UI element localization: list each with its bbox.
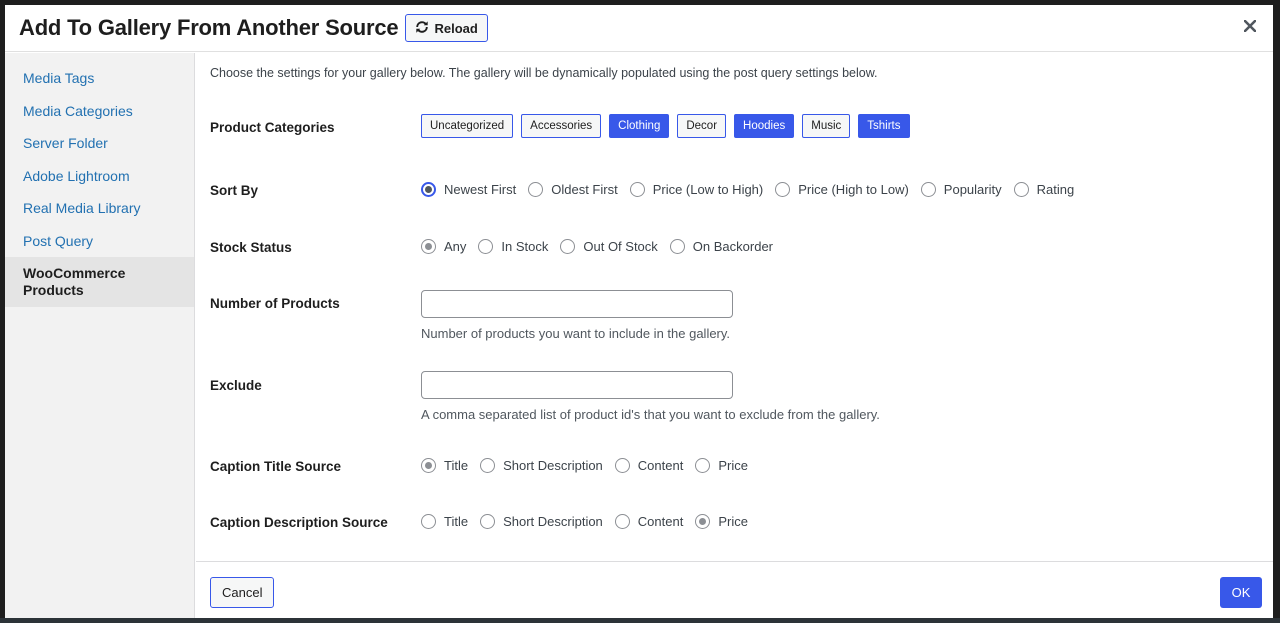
sidebar-item-server-folder[interactable]: Server Folder: [5, 127, 194, 160]
sidebar-item-woocommerce-products[interactable]: WooCommerce Products: [5, 257, 194, 307]
refresh-icon: [415, 20, 429, 37]
reload-button[interactable]: Reload: [405, 14, 488, 42]
page-backdrop: [0, 618, 1280, 623]
radio-button[interactable]: [695, 514, 711, 529]
radio-button[interactable]: [920, 182, 936, 197]
sort-by-option-rating[interactable]: Rating: [1013, 182, 1075, 197]
caption-description-source-options: Title Short Description Content Price: [421, 514, 760, 529]
sort-by-label: Sort By: [210, 183, 259, 198]
cancel-button[interactable]: Cancel: [210, 577, 275, 608]
add-to-gallery-dialog: Add To Gallery From Another Source Reloa…: [5, 5, 1273, 618]
stock-status-label: Stock Status: [210, 240, 292, 255]
caption-title-source-option-price[interactable]: Price: [695, 458, 748, 473]
caption-description-source-option-price[interactable]: Price: [695, 514, 748, 529]
product-categories-label: Product Categories: [210, 120, 335, 135]
sort-by-option-popularity[interactable]: Popularity: [920, 182, 1002, 197]
caption-title-source-option-title[interactable]: Title: [421, 458, 468, 473]
category-decor-toggle[interactable]: Decor: [677, 114, 727, 138]
radio-label: Price (Low to High): [652, 182, 764, 197]
radio-button[interactable]: [421, 239, 436, 254]
radio-label: On Backorder: [692, 239, 773, 254]
radio-label: Short Description: [503, 514, 603, 529]
category-hoodies-toggle[interactable]: Hoodies: [734, 114, 795, 138]
radio-label: Price (High to Low): [798, 182, 909, 197]
sort-by-option-oldest-first[interactable]: Oldest First: [528, 182, 618, 197]
radio-button[interactable]: [695, 458, 711, 473]
exclude-input[interactable]: [421, 371, 733, 399]
radio-button[interactable]: [669, 239, 685, 254]
radio-label: Popularity: [943, 182, 1002, 197]
dialog-title: Add To Gallery From Another Source: [19, 15, 399, 40]
close-button[interactable]: [1241, 19, 1259, 37]
stock-status-option-in-stock[interactable]: In Stock: [478, 239, 548, 254]
radio-label: Rating: [1036, 182, 1075, 197]
product-categories-options: Uncategorized Accessories Clothing Decor Hoo…: [421, 114, 918, 138]
sidebar-item-adobe-lightroom[interactable]: Adobe Lightroom: [5, 160, 194, 193]
radio-button[interactable]: [480, 514, 496, 529]
radio-label: Content: [637, 458, 684, 473]
radio-label: Price: [718, 458, 748, 473]
radio-label: Any: [444, 239, 467, 254]
caption-title-source-option-short-description[interactable]: Short Description: [480, 458, 603, 473]
close-icon: [1243, 19, 1257, 37]
exclude-label: Exclude: [210, 378, 262, 393]
sort-by-option-price-high-to-low[interactable]: Price (High to Low): [775, 182, 909, 197]
category-tshirts-toggle[interactable]: Tshirts: [858, 114, 910, 138]
caption-description-source-option-title[interactable]: Title: [421, 514, 468, 529]
category-accessories-toggle[interactable]: Accessories: [521, 114, 602, 138]
settings-panel: Choose the settings for your gallery bel…: [196, 53, 1273, 561]
sidebar-item-media-categories[interactable]: Media Categories: [5, 95, 194, 128]
radio-button[interactable]: [480, 458, 496, 473]
number-of-products-help: Number of products you want to include i…: [421, 326, 731, 341]
radio-label: Title: [444, 458, 469, 473]
caption-title-source-label: Caption Title Source: [210, 459, 342, 474]
intro-text: Choose the settings for your gallery bel…: [210, 66, 878, 80]
number-of-products-input[interactable]: [421, 290, 733, 318]
radio-button[interactable]: [614, 514, 630, 529]
stock-status-option-any[interactable]: Any: [421, 239, 466, 254]
sort-by-option-newest-first[interactable]: Newest First: [421, 182, 516, 197]
radio-label: Title: [444, 514, 469, 529]
radio-label: Oldest First: [551, 182, 618, 197]
radio-label: Out Of Stock: [583, 239, 658, 254]
radio-label: In Stock: [501, 239, 549, 254]
source-sidebar: Media Tags Media Categories Server Folder A…: [5, 53, 195, 618]
caption-title-source-option-content[interactable]: Content: [614, 458, 684, 473]
sidebar-item-post-query[interactable]: Post Query: [5, 225, 194, 258]
sidebar-item-real-media-library[interactable]: Real Media Library: [5, 192, 194, 225]
sort-by-options: Newest First Oldest First Price (Low to Hi…: [421, 182, 1086, 197]
radio-button[interactable]: [560, 239, 576, 254]
category-clothing-toggle[interactable]: Clothing: [609, 114, 670, 138]
radio-button[interactable]: [421, 458, 436, 473]
radio-button[interactable]: [775, 182, 791, 197]
dialog-header: Add To Gallery From Another Source Reloa…: [5, 5, 1273, 52]
exclude-help: A comma separated list of product id's t…: [421, 407, 880, 422]
radio-label: Short Description: [503, 458, 603, 473]
radio-button[interactable]: [614, 458, 630, 473]
radio-button[interactable]: [528, 182, 544, 197]
caption-description-source-label: Caption Description Source: [210, 515, 388, 530]
caption-description-source-option-short-description[interactable]: Short Description: [480, 514, 603, 529]
radio-button[interactable]: [421, 182, 436, 197]
sort-by-option-price-low-to-high[interactable]: Price (Low to High): [629, 182, 764, 197]
radio-label: Content: [637, 514, 684, 529]
stock-status-options: Any In Stock Out Of Stock On Backorder: [421, 239, 785, 254]
ok-button[interactable]: OK: [1220, 577, 1262, 608]
reload-label: Reload: [434, 20, 478, 36]
caption-description-source-option-content[interactable]: Content: [614, 514, 684, 529]
caption-title-source-options: Title Short Description Content Price: [421, 458, 760, 473]
radio-button[interactable]: [629, 182, 645, 197]
radio-button[interactable]: [478, 239, 494, 254]
number-of-products-label: Number of Products: [210, 296, 340, 311]
stock-status-option-on-backorder[interactable]: On Backorder: [669, 239, 773, 254]
dialog-footer: Cancel OK: [196, 561, 1273, 618]
radio-button[interactable]: [1013, 182, 1029, 197]
radio-label: Newest First: [444, 182, 517, 197]
stock-status-option-out-of-stock[interactable]: Out Of Stock: [560, 239, 658, 254]
sidebar-item-media-tags[interactable]: Media Tags: [5, 62, 194, 95]
category-uncategorized-toggle[interactable]: Uncategorized: [421, 114, 514, 138]
radio-label: Price: [718, 514, 748, 529]
category-music-toggle[interactable]: Music: [802, 114, 851, 138]
radio-button[interactable]: [421, 514, 436, 529]
